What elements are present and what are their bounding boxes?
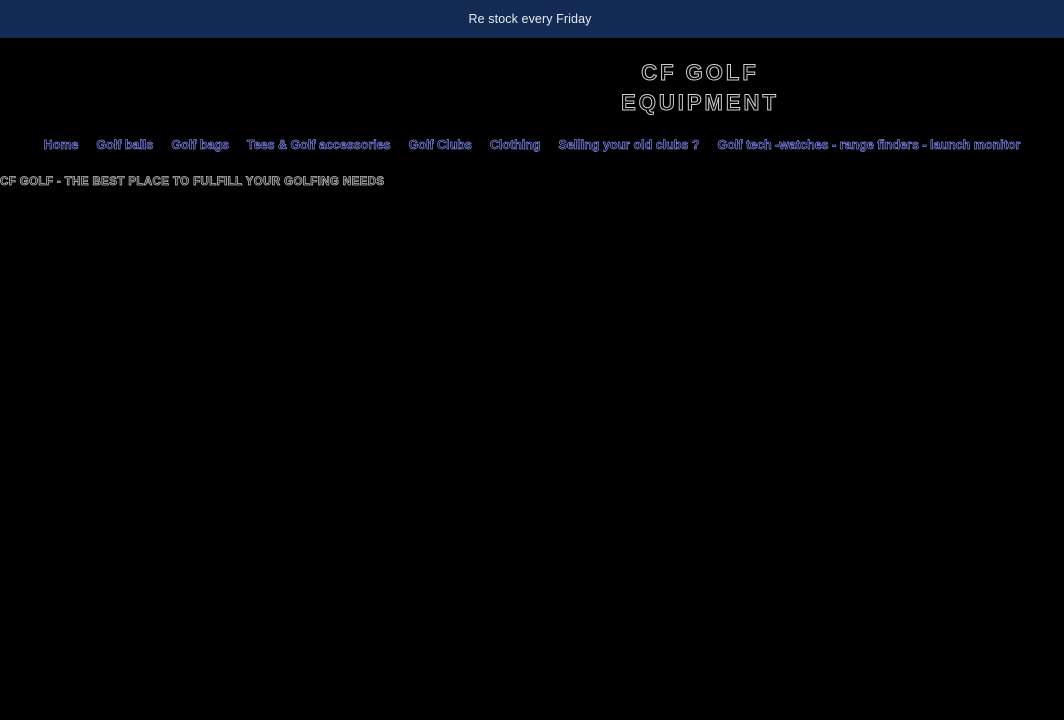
- main-navigation: Home Golf balls Golf bags Tees & Golf ac…: [0, 136, 1064, 154]
- announcement-bar: Re stock every Friday: [0, 0, 1064, 38]
- nav-item-selling-old-clubs[interactable]: Selling your old clubs ?: [558, 138, 700, 153]
- store-logo[interactable]: CF GOLF EQUIPMENT: [600, 58, 800, 118]
- nav-item-home[interactable]: Home: [43, 138, 78, 153]
- nav-item-golf-tech[interactable]: Golf tech -watches - range finders - lau…: [717, 138, 1021, 153]
- nav-item-golf-clubs[interactable]: Golf Clubs: [408, 138, 472, 153]
- logo-line-2: EQUIPMENT: [621, 90, 779, 116]
- nav-item-golf-balls[interactable]: Golf balls: [96, 138, 154, 153]
- nav-item-golf-bags[interactable]: Golf bags: [171, 138, 229, 153]
- page-tagline: CF GOLF - THE BEST PLACE TO FULFILL YOUR…: [0, 176, 385, 189]
- announcement-text: Re stock every Friday: [468, 12, 592, 26]
- logo-line-1: CF GOLF: [641, 60, 759, 86]
- nav-item-tees-accessories[interactable]: Tees & Golf accessories: [247, 138, 391, 153]
- nav-item-clothing[interactable]: Clothing: [489, 138, 540, 153]
